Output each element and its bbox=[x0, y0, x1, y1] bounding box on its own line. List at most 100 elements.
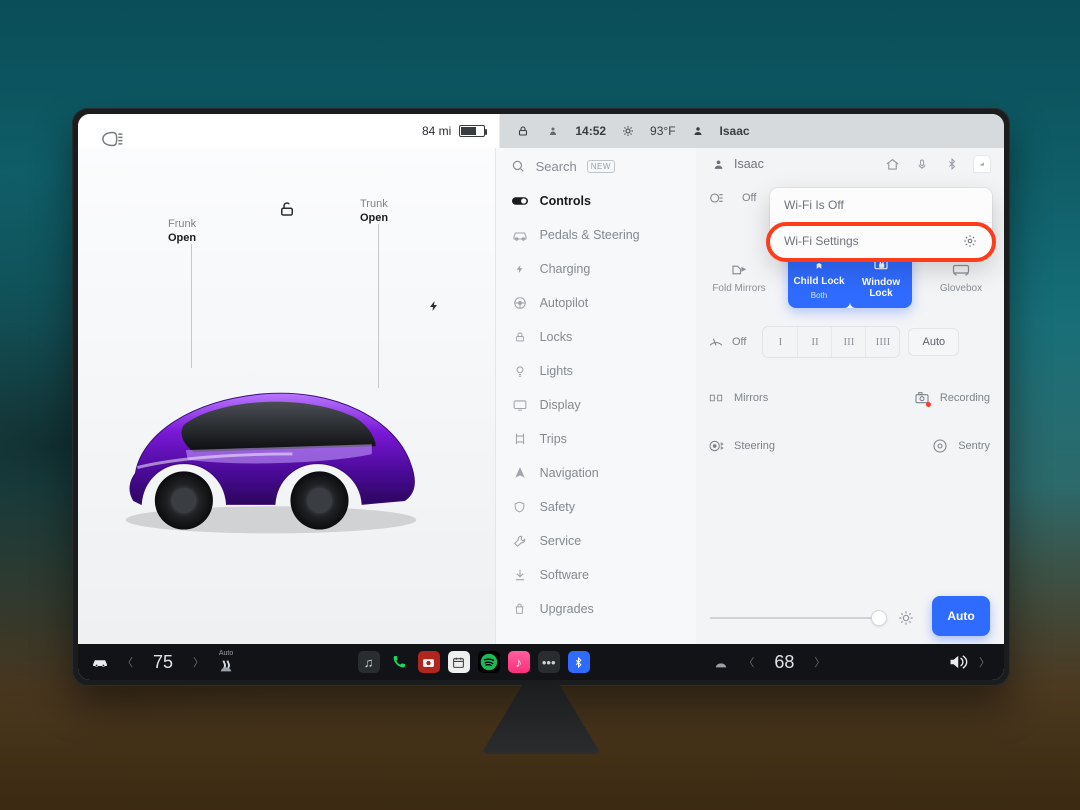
menu-software[interactable]: Software bbox=[496, 558, 696, 592]
wifi-popover: Wi-Fi Is Off Wi-Fi Settings bbox=[770, 188, 992, 259]
airbag-icon bbox=[545, 123, 561, 139]
brightness-icon bbox=[898, 610, 914, 626]
chevron-left-icon[interactable]: 〈 bbox=[743, 654, 754, 670]
chevron-right-icon[interactable]: 〉 bbox=[193, 654, 204, 670]
wiper-seg-4[interactable]: IIII bbox=[865, 327, 899, 357]
wiper-speed-segment[interactable]: I II III IIII bbox=[762, 326, 900, 358]
fold-mirrors-button[interactable]: Fold Mirrors bbox=[708, 246, 770, 308]
controls-pane: Isaac Wi-Fi Is Off Wi-Fi Settings bbox=[696, 148, 1004, 644]
bluetooth-icon[interactable] bbox=[944, 156, 960, 172]
search-icon bbox=[510, 158, 526, 174]
lock-icon[interactable] bbox=[515, 123, 531, 139]
screen: 84 mi 14:52 93°F Isaac FrunkOp bbox=[78, 114, 1004, 680]
driver-seat-heater[interactable]: Auto bbox=[218, 650, 234, 674]
signal-icon[interactable] bbox=[974, 156, 990, 172]
outside-temp: 93°F bbox=[650, 124, 675, 138]
menu-navigation[interactable]: Navigation bbox=[496, 456, 696, 490]
search-row[interactable]: Search NEW bbox=[496, 148, 696, 184]
menu-trips[interactable]: Trips bbox=[496, 422, 696, 456]
vehicle-image bbox=[118, 368, 428, 538]
app-phone[interactable] bbox=[388, 651, 410, 673]
homelink-icon[interactable] bbox=[884, 156, 900, 172]
new-badge: NEW bbox=[587, 160, 615, 173]
trips-icon bbox=[512, 431, 528, 447]
wiper-seg-3[interactable]: III bbox=[831, 327, 865, 357]
app-apple-music[interactable]: ♪ bbox=[508, 651, 530, 673]
headlight-icon[interactable] bbox=[98, 128, 124, 150]
nav-icon bbox=[512, 465, 528, 481]
controls-icon bbox=[512, 193, 528, 209]
mic-icon[interactable] bbox=[914, 156, 930, 172]
wifi-status-row[interactable]: Wi-Fi Is Off bbox=[770, 188, 992, 222]
clock: 14:52 bbox=[575, 124, 606, 138]
chevron-right-icon[interactable]: 〉 bbox=[814, 654, 825, 670]
headlights-icon[interactable] bbox=[708, 190, 724, 206]
dock-apps: ♫ ♪ ••• bbox=[358, 651, 590, 673]
trunk-button[interactable]: TrunkOpen bbox=[360, 198, 388, 226]
frunk-button[interactable]: FrunkOpen bbox=[168, 218, 196, 246]
unlock-icon[interactable] bbox=[278, 200, 296, 218]
passenger-temp-control[interactable]: 〈 68 〉 bbox=[743, 652, 825, 673]
shield-icon bbox=[512, 499, 528, 515]
wiper-seg-2[interactable]: II bbox=[797, 327, 831, 357]
app-bluetooth[interactable] bbox=[568, 651, 590, 673]
brightness-slider[interactable] bbox=[710, 610, 914, 626]
app-more[interactable]: ••• bbox=[538, 651, 560, 673]
app-calendar[interactable] bbox=[448, 651, 470, 673]
charge-port-icon[interactable] bbox=[428, 298, 440, 314]
menu-pedals[interactable]: Pedals & Steering bbox=[496, 218, 696, 252]
passenger-seat-heater[interactable] bbox=[713, 654, 729, 670]
app-camera[interactable] bbox=[418, 651, 440, 673]
battery-icon bbox=[459, 125, 485, 137]
search-placeholder: Search bbox=[536, 159, 577, 174]
menu-charging[interactable]: Charging bbox=[496, 252, 696, 286]
steering-adjust-icon bbox=[708, 438, 724, 454]
menu-autopilot[interactable]: Autopilot bbox=[496, 286, 696, 320]
menu-controls[interactable]: Controls bbox=[496, 184, 696, 218]
download-icon bbox=[512, 567, 528, 583]
app-spotify[interactable] bbox=[478, 651, 500, 673]
profile-name[interactable]: Isaac bbox=[720, 124, 750, 138]
chevron-left-icon[interactable]: 〈 bbox=[122, 654, 133, 670]
wifi-settings-row[interactable]: Wi-Fi Settings bbox=[770, 222, 992, 259]
wiper-off[interactable]: Off bbox=[732, 336, 746, 348]
menu-safety[interactable]: Safety bbox=[496, 490, 696, 524]
status-bar: 84 mi 14:52 93°F Isaac bbox=[78, 114, 1004, 148]
chevron-right-icon[interactable]: 〉 bbox=[979, 654, 990, 670]
range-label: 84 mi bbox=[422, 124, 451, 138]
profile-switch[interactable]: Isaac bbox=[710, 156, 764, 172]
app-music[interactable]: ♫ bbox=[358, 651, 380, 673]
display-icon bbox=[512, 397, 528, 413]
profile-icon bbox=[710, 156, 726, 172]
tablet-frame: 84 mi 14:52 93°F Isaac FrunkOp bbox=[72, 108, 1010, 686]
gear-icon bbox=[962, 233, 978, 249]
brightness-auto-button[interactable]: Auto bbox=[932, 596, 990, 636]
dashcam-icon bbox=[914, 390, 930, 406]
wiper-auto-button[interactable]: Auto bbox=[908, 328, 959, 356]
wiper-seg-1[interactable]: I bbox=[763, 327, 797, 357]
sun-icon bbox=[620, 123, 636, 139]
car-quick-icon[interactable] bbox=[92, 654, 108, 670]
steering-adjust-button[interactable]: Steering bbox=[708, 438, 775, 454]
bag-icon bbox=[512, 601, 528, 617]
mirrors-adjust-button[interactable]: Mirrors bbox=[708, 390, 768, 406]
driver-temp-value: 75 bbox=[147, 652, 179, 673]
menu-display[interactable]: Display bbox=[496, 388, 696, 422]
settings-menu: Search NEW Controls Pedals & Steering Ch… bbox=[495, 148, 696, 644]
menu-locks[interactable]: Locks bbox=[496, 320, 696, 354]
menu-upgrades[interactable]: Upgrades bbox=[496, 592, 696, 626]
passenger-temp-value: 68 bbox=[768, 652, 800, 673]
volume-control[interactable]: 〉 bbox=[949, 654, 990, 670]
dock: 〈 75 〉 Auto ♫ ♪ ••• bbox=[78, 644, 1004, 680]
glovebox-icon bbox=[952, 261, 970, 279]
profile-icon[interactable] bbox=[690, 123, 706, 139]
menu-service[interactable]: Service bbox=[496, 524, 696, 558]
menu-lights[interactable]: Lights bbox=[496, 354, 696, 388]
wiper-icon bbox=[708, 334, 724, 350]
lock-icon bbox=[512, 329, 528, 345]
sentry-icon bbox=[932, 438, 948, 454]
driver-temp-control[interactable]: 〈 75 〉 bbox=[122, 652, 204, 673]
sentry-button[interactable]: Sentry bbox=[932, 438, 990, 454]
dashcam-button[interactable]: Recording bbox=[914, 390, 990, 406]
lights-off-button[interactable]: Off bbox=[742, 192, 756, 204]
